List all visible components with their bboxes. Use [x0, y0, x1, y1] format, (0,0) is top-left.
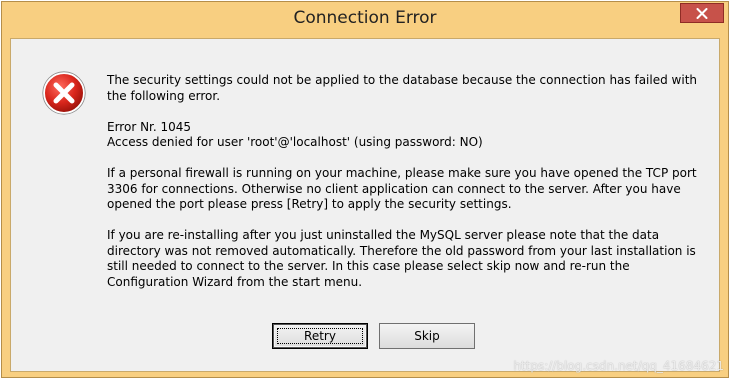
- title-bar[interactable]: Connection Error: [2, 2, 728, 38]
- close-icon: [696, 7, 708, 19]
- skip-button-label: Skip: [414, 329, 440, 343]
- watermark: https://blog.csdn.net/qq_41684621: [513, 359, 724, 373]
- dialog-window: Connection Error The security settings c…: [1, 1, 729, 378]
- dialog-body: The security settings could not be appli…: [10, 38, 720, 372]
- window-title: Connection Error: [293, 8, 437, 28]
- close-button[interactable]: [680, 3, 724, 23]
- message-paragraph-1: The security settings could not be appli…: [107, 73, 697, 103]
- message-paragraph-4: If you are re-installing after you just …: [107, 228, 696, 289]
- error-message: The security settings could not be appli…: [107, 73, 707, 306]
- skip-button[interactable]: Skip: [379, 323, 475, 349]
- message-paragraph-2: Error Nr. 1045 Access denied for user 'r…: [107, 119, 483, 150]
- retry-button[interactable]: Retry: [272, 323, 368, 349]
- focus-rectangle: [277, 328, 363, 344]
- error-icon: [42, 71, 86, 115]
- message-paragraph-3: If a personal firewall is running on you…: [107, 166, 697, 211]
